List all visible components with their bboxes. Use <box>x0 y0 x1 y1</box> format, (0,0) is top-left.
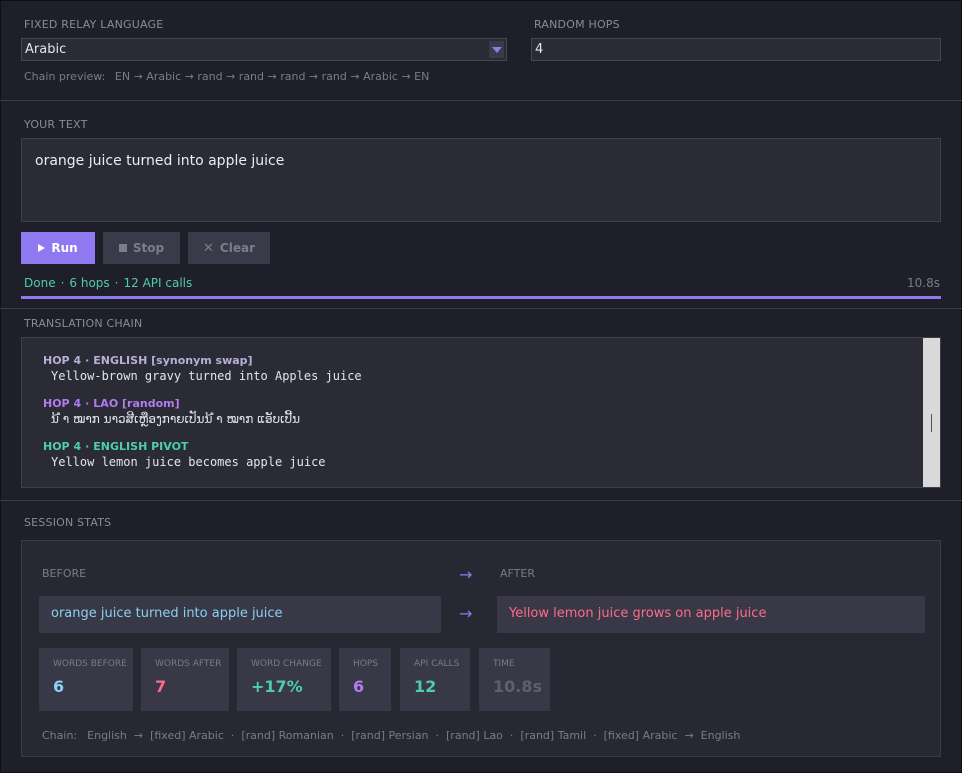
chain-preview-label: Chain preview: <box>24 70 106 83</box>
random-hops-label: RANDOM HOPS <box>534 18 620 31</box>
status-calls: 12 API calls <box>123 276 193 290</box>
scrollbar-thumb[interactable] <box>931 414 932 432</box>
chain-entry-text: Yellow-brown gravy turned into Apples ju… <box>51 369 362 383</box>
before-text: orange juice turned into apple juice <box>39 596 441 633</box>
chain-entry-header: HOP 4 · LAO [random] <box>43 397 180 410</box>
after-text: Yellow lemon juice grows on apple juice <box>497 596 925 633</box>
arrow-right-icon: → <box>459 604 473 623</box>
chain-summary-value: English → [fixed] Arabic · [rand] Romani… <box>87 729 741 742</box>
chain-entry-header: HOP 4 · ENGLISH [synonym swap] <box>43 354 253 367</box>
status-hops: 6 hops <box>69 276 110 290</box>
status-state: Done <box>24 276 56 290</box>
chain-preview: Chain preview: EN → Arabic → rand → rand… <box>24 70 429 83</box>
your-text-label: YOUR TEXT <box>24 118 88 131</box>
translation-chain-log[interactable]: HOP 4 · ENGLISH [synonym swap] Yellow-brow… <box>21 337 941 488</box>
relay-language-select[interactable]: Arabic <box>21 38 507 61</box>
scrollbar[interactable] <box>923 338 940 487</box>
random-hops-input[interactable]: 4 <box>531 38 941 61</box>
chain-summary: Chain: English → [fixed] Arabic · [rand] … <box>42 729 740 742</box>
chain-summary-label: Chain: <box>42 729 78 742</box>
arrow-right-icon: → <box>459 565 473 584</box>
clear-button[interactable]: ✕ Clear <box>188 232 270 264</box>
chain-entry: HOP 4 · ENGLISH [synonym swap] Yellow-brow… <box>43 354 362 383</box>
stat-api-calls: API CALLS 12 <box>400 648 470 711</box>
progress-fill <box>21 296 941 299</box>
chain-entry-text: Yellow lemon juice becomes apple juice <box>51 455 326 469</box>
divider <box>0 500 962 501</box>
play-icon <box>38 244 46 252</box>
clear-button-label: Clear <box>219 241 255 255</box>
stat-time: TIME 10.8s <box>479 648 550 711</box>
relay-language-value: Arabic <box>25 42 67 57</box>
translation-chain-label: TRANSLATION CHAIN <box>24 317 143 330</box>
chain-entry-text: ນ້ ໍາ ໝາກ ນາວສີເຫຼືອງກາຍເປັນນ້ ໍາ ໝາກ ແອ… <box>51 412 300 426</box>
divider <box>0 100 962 101</box>
run-button[interactable]: Run <box>21 232 95 264</box>
stat-hops: HOPS 6 <box>339 648 391 711</box>
run-button-label: Run <box>51 241 78 255</box>
before-label: BEFORE <box>42 567 87 580</box>
session-stats-panel: BEFORE → AFTER orange juice turned into … <box>21 540 941 757</box>
chain-entry: HOP 4 · LAO [random] ນ້ ໍາ ໝາກ ນາວສີເຫຼືອງ… <box>43 397 300 426</box>
relay-language-label: FIXED RELAY LANGUAGE <box>24 18 164 31</box>
stop-button-label: Stop <box>132 241 165 255</box>
stop-icon <box>118 244 127 252</box>
chain-entry: HOP 4 · ENGLISH PIVOT Yellow lemon juice b… <box>43 440 326 469</box>
chain-entry-header: HOP 4 · ENGLISH PIVOT <box>43 440 189 453</box>
stop-button[interactable]: Stop <box>103 232 180 264</box>
chain-preview-value: EN → Arabic → rand → rand → rand → rand … <box>114 70 430 83</box>
divider <box>0 308 962 309</box>
stat-word-change: WORD CHANGE +17% <box>237 648 331 711</box>
run-status: Done · 6 hops · 12 API calls <box>24 276 193 290</box>
after-label: AFTER <box>500 567 535 580</box>
session-stats-label: SESSION STATS <box>24 516 112 529</box>
elapsed-time: 10.8s <box>907 276 940 290</box>
your-text-input[interactable]: orange juice turned into apple juice <box>21 138 941 222</box>
chevron-down-icon[interactable] <box>489 41 504 58</box>
stat-words-before: WORDS BEFORE 6 <box>39 648 133 711</box>
progress-bar <box>21 296 941 299</box>
stat-words-after: WORDS AFTER 7 <box>141 648 229 711</box>
close-icon: ✕ <box>203 240 214 256</box>
